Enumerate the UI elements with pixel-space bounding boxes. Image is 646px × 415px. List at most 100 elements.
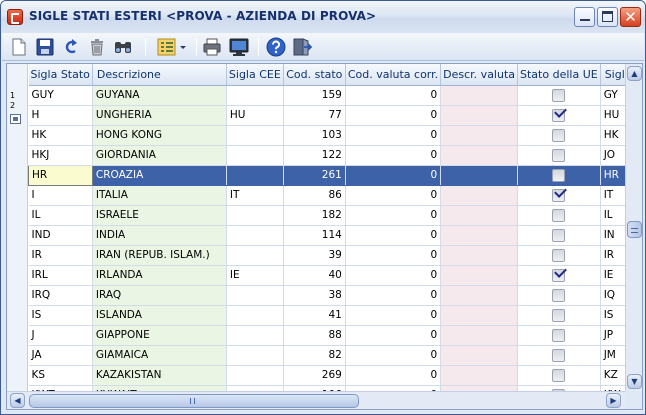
cell-cee[interactable] — [226, 345, 284, 366]
table-row[interactable]: IS ISLANDA 41 0 IS — [28, 305, 638, 326]
cell-sigla[interactable]: IRQ — [28, 285, 93, 306]
cell-sigla[interactable]: IND — [28, 225, 93, 246]
cell-dv[interactable] — [440, 165, 519, 186]
help-button[interactable] — [265, 36, 287, 58]
eu-state-checkbox[interactable] — [552, 108, 566, 122]
scroll-right-button[interactable]: ▶ — [606, 393, 621, 408]
cell-cee[interactable] — [226, 305, 284, 326]
cell-cod[interactable]: 41 — [283, 305, 346, 326]
cell-sigla[interactable]: KS — [28, 365, 93, 386]
cell-sigla[interactable]: IL — [28, 205, 93, 226]
cell-cee[interactable] — [226, 225, 284, 246]
eu-state-checkbox[interactable] — [552, 168, 566, 182]
column-header[interactable]: Descrizione — [92, 64, 227, 86]
cell-descr[interactable]: INDIA — [92, 225, 227, 246]
cell-cod[interactable]: 269 — [283, 365, 346, 386]
cell-valuta[interactable]: 0 — [345, 145, 442, 166]
scroll-down-button[interactable]: ▼ — [627, 374, 642, 389]
cell-cod[interactable]: 88 — [283, 325, 346, 346]
cell-dv[interactable] — [440, 225, 519, 246]
cell-descr[interactable]: CROAZIA — [92, 165, 227, 186]
cell-dv[interactable] — [440, 285, 519, 306]
table-row[interactable]: IR IRAN (REPUB. ISLAM.) 39 0 IR — [28, 245, 638, 266]
group-level-2[interactable]: 2 — [10, 101, 15, 110]
cell-cee[interactable] — [226, 125, 284, 146]
cell-sigla[interactable]: IR — [28, 245, 93, 266]
cell-cee[interactable] — [226, 365, 284, 386]
save-button[interactable] — [34, 36, 56, 58]
cell-sigla[interactable]: J — [28, 325, 93, 346]
eu-state-cell[interactable] — [517, 245, 601, 266]
cell-cod[interactable]: 82 — [283, 345, 346, 366]
cell-descr[interactable]: ITALIA — [92, 185, 227, 206]
title-bar[interactable]: SIGLE STATI ESTERI <PROVA - AZIENDA DI P… — [1, 1, 645, 33]
eu-state-cell[interactable] — [517, 205, 601, 226]
eu-state-cell[interactable] — [517, 85, 601, 106]
cell-sigla[interactable]: IRL — [28, 265, 93, 286]
exit-button[interactable] — [291, 36, 313, 58]
table-row[interactable]: KS KAZAKISTAN 269 0 KZ — [28, 365, 638, 386]
cell-cee[interactable] — [226, 325, 284, 346]
vertical-scroll-thumb[interactable] — [627, 221, 642, 238]
eu-state-cell[interactable] — [517, 325, 601, 346]
cell-sigla[interactable]: HR — [28, 164, 93, 186]
cell-sigla[interactable]: IS — [28, 305, 93, 326]
column-header[interactable]: Descr. valuta — [440, 64, 519, 86]
cell-cee[interactable] — [226, 145, 284, 166]
cell-cod[interactable]: 114 — [283, 225, 346, 246]
table-row[interactable]: HR CROAZIA 261 0 HR — [28, 164, 638, 186]
eu-state-cell[interactable] — [517, 225, 601, 246]
cell-valuta[interactable]: 0 — [345, 165, 442, 186]
table-row[interactable]: IND INDIA 114 0 IN — [28, 225, 638, 246]
eu-state-cell[interactable] — [517, 265, 601, 286]
cell-cee[interactable] — [226, 85, 284, 106]
maximize-button[interactable] — [597, 7, 618, 27]
cell-descr[interactable]: ISLANDA — [92, 305, 227, 326]
eu-state-checkbox[interactable] — [552, 128, 566, 142]
cell-descr[interactable]: IRAQ — [92, 285, 227, 306]
eu-state-cell[interactable] — [517, 145, 601, 166]
cell-descr[interactable]: IRLANDA — [92, 265, 227, 286]
column-header[interactable]: Stato della UE — [517, 64, 601, 86]
cell-dv[interactable] — [440, 85, 519, 106]
horizontal-scroll-thumb[interactable] — [29, 394, 359, 408]
eu-state-cell[interactable] — [517, 105, 601, 126]
cell-cod[interactable]: 86 — [283, 185, 346, 206]
cell-cod[interactable]: 103 — [283, 125, 346, 146]
cell-descr[interactable]: GIORDANIA — [92, 145, 227, 166]
cell-valuta[interactable]: 0 — [345, 305, 442, 326]
cell-dv[interactable] — [440, 365, 519, 386]
cell-dv[interactable] — [440, 325, 519, 346]
cell-valuta[interactable]: 0 — [345, 265, 442, 286]
eu-state-checkbox[interactable] — [552, 88, 566, 102]
cell-valuta[interactable]: 0 — [345, 185, 442, 206]
cell-dv[interactable] — [440, 145, 519, 166]
eu-state-checkbox[interactable] — [552, 148, 566, 162]
cell-cod[interactable]: 122 — [283, 145, 346, 166]
eu-state-cell[interactable] — [517, 365, 601, 386]
eu-state-checkbox[interactable] — [552, 308, 566, 322]
cell-valuta[interactable]: 0 — [345, 85, 442, 106]
table-row[interactable]: GUY GUYANA 159 0 GY — [28, 85, 638, 106]
eu-state-checkbox[interactable] — [552, 368, 566, 382]
cell-sigla[interactable]: HK — [28, 125, 93, 146]
column-header[interactable]: Cod. valuta corr. — [345, 64, 442, 86]
cell-valuta[interactable]: 0 — [345, 225, 442, 246]
table-row[interactable]: J GIAPPONE 88 0 JP — [28, 325, 638, 346]
cell-valuta[interactable]: 0 — [345, 205, 442, 226]
cell-descr[interactable]: IRAN (REPUB. ISLAM.) — [92, 245, 227, 266]
column-header[interactable]: Sigla CEE — [226, 64, 284, 86]
eu-state-cell[interactable] — [517, 285, 601, 306]
undo-button[interactable] — [60, 36, 82, 58]
cell-sigla[interactable]: GUY — [28, 85, 93, 106]
eu-state-cell[interactable] — [517, 165, 601, 186]
cell-descr[interactable]: UNGHERIA — [92, 105, 227, 126]
group-expand-icon[interactable] — [10, 114, 21, 124]
eu-state-checkbox[interactable] — [552, 208, 566, 222]
eu-state-cell[interactable] — [517, 185, 601, 206]
vertical-scrollbar[interactable]: ▲ ▼ — [625, 64, 642, 391]
table-row[interactable]: JA GIAMAICA 82 0 JM — [28, 345, 638, 366]
cell-descr[interactable]: KAZAKISTAN — [92, 365, 227, 386]
eu-state-cell[interactable] — [517, 305, 601, 326]
print-button[interactable] — [201, 36, 223, 58]
